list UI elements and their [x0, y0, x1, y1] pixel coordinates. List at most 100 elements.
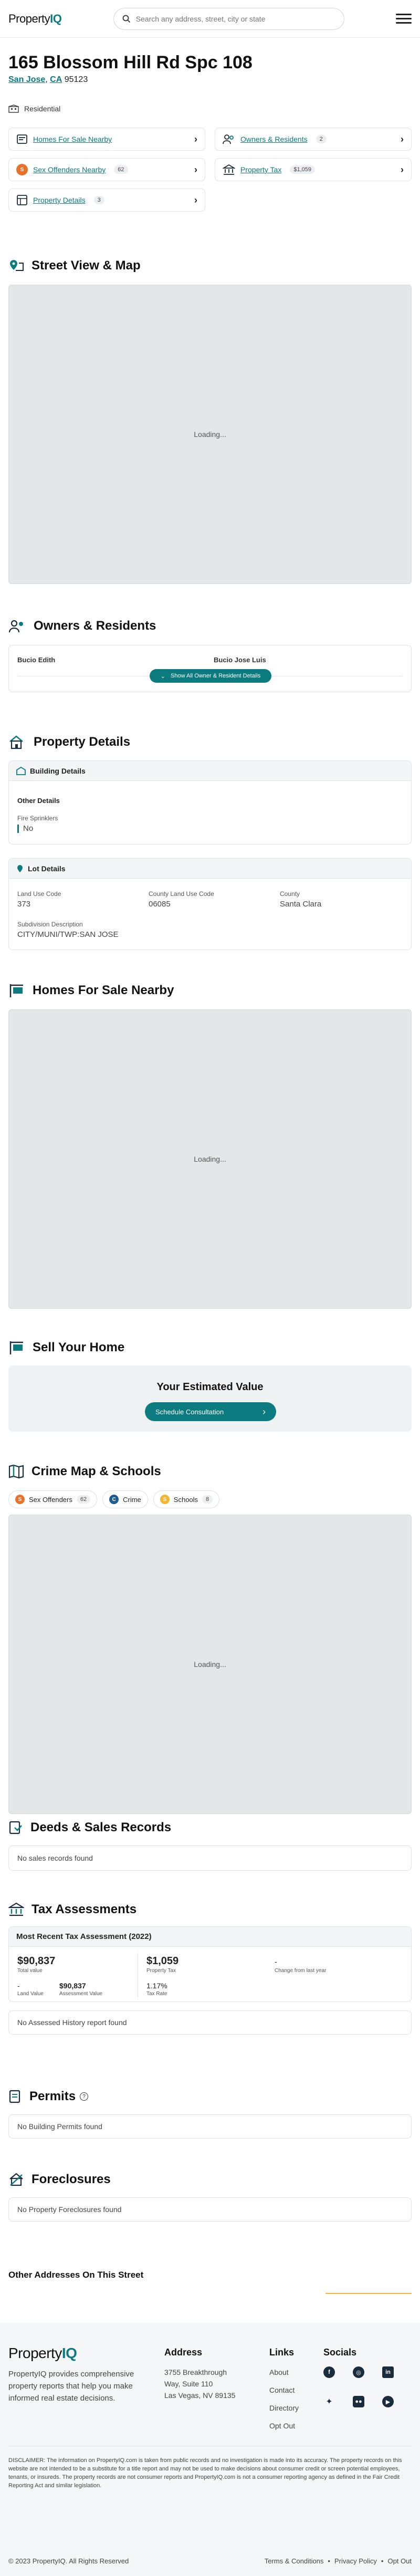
- footer-col-title: Links: [269, 2347, 295, 2358]
- chevron-right-icon: ›: [194, 164, 197, 175]
- footer-link-about[interactable]: About: [269, 2366, 299, 2378]
- search-input[interactable]: [135, 14, 335, 23]
- schedule-consultation-button[interactable]: Schedule Consultation ›: [145, 1402, 276, 1421]
- detail-group-title: Other Details: [17, 797, 60, 805]
- menu-icon[interactable]: [395, 14, 412, 24]
- detail-value: CITY/MUNI/TWP:SAN JOSE: [17, 930, 119, 939]
- lot-details-header: Lot Details: [9, 859, 411, 879]
- quick-link-sex-offenders[interactable]: S Sex Offenders Nearby 62 ›: [8, 158, 205, 181]
- total-value-label: Total value: [17, 1968, 43, 1974]
- tax-assessment-header: Most Recent Tax Assessment (2022): [9, 1927, 411, 1947]
- chevron-right-icon: ›: [262, 1406, 266, 1417]
- land-value-label: Land Value: [17, 1991, 44, 1997]
- section-title: Tax Assessments: [32, 1902, 137, 1916]
- filter-crime[interactable]: C Crime: [102, 1490, 148, 1508]
- detail-value: No: [23, 824, 34, 833]
- footer-bottom-links: Terms & Conditions • Privacy Policy • Opt …: [265, 2557, 412, 2565]
- search-bar[interactable]: [113, 7, 344, 30]
- detail-value-row: No: [17, 824, 33, 833]
- change-value: -: [275, 1957, 277, 1966]
- owners-section: Owners & Residents Bucio Edith Bucio Jos…: [8, 619, 412, 692]
- quick-link-property-tax[interactable]: Property Tax $1,059 ›: [215, 158, 412, 181]
- property-type-label: Residential: [24, 105, 61, 113]
- chevron-right-icon: ›: [194, 194, 197, 205]
- zip-code: 95123: [64, 75, 88, 84]
- quick-link-label: Property Tax: [240, 165, 282, 174]
- privacy-link[interactable]: Privacy Policy: [334, 2557, 377, 2565]
- address-line: Las Vegas, NV 89135: [164, 2391, 236, 2400]
- section-title: Deeds & Sales Records: [30, 1820, 172, 1834]
- address-line: 3755 Breakthrough: [164, 2368, 227, 2376]
- school-icon: S: [160, 1495, 170, 1504]
- footer-link-directory[interactable]: Directory: [269, 2402, 299, 2414]
- chevron-down-icon: ⌄: [160, 673, 166, 680]
- site-logo[interactable]: PropertyIQ: [8, 12, 62, 26]
- building-details-header: Building Details: [9, 761, 411, 781]
- sex-offender-icon: S: [16, 164, 28, 175]
- footer-link-contact[interactable]: Contact: [269, 2384, 299, 2396]
- linkedin-icon[interactable]: in: [382, 2366, 394, 2378]
- map-pin-icon: [10, 260, 24, 271]
- owner-name[interactable]: Bucio Jose Luis: [214, 656, 266, 664]
- opt-out-link[interactable]: Opt Out: [387, 2557, 412, 2565]
- flickr-icon[interactable]: ●●: [353, 2396, 364, 2407]
- twitter-icon[interactable]: ✦: [323, 2396, 335, 2407]
- map-icon: [8, 1464, 24, 1479]
- building-details-card: Building Details Other Details Fire Spri…: [8, 760, 412, 844]
- map-pin-icon: [17, 864, 23, 872]
- pill-label: Schools: [173, 1495, 198, 1504]
- building-icon: [16, 766, 26, 775]
- detail-label: Land Use Code: [17, 890, 61, 898]
- footer-link-opt-out[interactable]: Opt Out: [269, 2420, 299, 2432]
- sale-sign-icon: [9, 1341, 23, 1354]
- crime-icon: C: [109, 1495, 119, 1504]
- tax-rate-value: 1.17%: [146, 1981, 167, 1990]
- quick-link-label: Sex Offenders Nearby: [33, 165, 106, 174]
- detail-label: Subdivision Description: [17, 921, 83, 928]
- section-title: Street View & Map: [32, 258, 141, 273]
- filter-sex-offenders[interactable]: S Sex Offenders 62: [8, 1490, 98, 1508]
- section-title: Property Details: [34, 735, 131, 749]
- site-footer: PropertyIQ PropertyIQ provides comprehen…: [0, 2323, 420, 2576]
- section-title: Crime Map & Schools: [32, 1464, 161, 1478]
- property-details-section: Property Details Building Details Other …: [8, 734, 412, 950]
- sell-home-section: Sell Your Home Your Estimated Value Sche…: [8, 1340, 412, 1432]
- facebook-icon[interactable]: f: [323, 2366, 335, 2378]
- loading-text: Loading...: [194, 1155, 226, 1163]
- footer-col-title: Socials: [323, 2347, 357, 2358]
- quick-link-homes-sale[interactable]: Homes For Sale Nearby ›: [8, 128, 205, 151]
- people-icon: [223, 134, 234, 144]
- site-header: PropertyIQ: [0, 0, 420, 38]
- quick-link-property-details[interactable]: Property Details 3 ›: [8, 189, 205, 212]
- chevron-right-icon: ›: [401, 133, 404, 144]
- footer-address: Address 3755 Breakthrough Way, Suite 110…: [164, 2347, 235, 2401]
- footer-disclaimer: DISCLAIMER: The information on PropertyI…: [8, 2457, 402, 2489]
- quick-link-label: Homes For Sale Nearby: [33, 135, 112, 143]
- count-badge: 62: [76, 1495, 91, 1504]
- footer-socials: Socials f ◎ in ✦ ●● ▶: [323, 2347, 413, 2407]
- filter-schools[interactable]: S Schools 8: [153, 1490, 220, 1508]
- crime-map[interactable]: Loading...: [8, 1515, 412, 1814]
- city-link[interactable]: San Jose: [8, 75, 45, 84]
- detail-value: 06085: [149, 900, 171, 909]
- tax-rate-label: Tax Rate: [146, 1991, 167, 1997]
- button-label: Schedule Consultation: [155, 1407, 224, 1416]
- homes-for-sale-map[interactable]: Loading...: [8, 1009, 412, 1309]
- footer-logo[interactable]: PropertyIQ: [8, 2345, 150, 2362]
- people-icon: [8, 620, 23, 633]
- show-all-owners-button[interactable]: ⌄ Show All Owner & Resident Details: [150, 669, 271, 683]
- terms-link[interactable]: Terms & Conditions: [265, 2557, 324, 2565]
- help-icon[interactable]: ?: [80, 2092, 89, 2101]
- bank-icon: [8, 1902, 24, 1916]
- permits-section: Permits? No Building Permits found: [8, 2089, 412, 2139]
- section-title: Sell Your Home: [33, 1340, 125, 1354]
- tax-assessment-card: Most Recent Tax Assessment (2022) $90,83…: [8, 1926, 412, 2002]
- state-link[interactable]: CA: [50, 75, 62, 84]
- instagram-icon[interactable]: ◎: [353, 2366, 364, 2378]
- owner-name[interactable]: Bucio Edith: [17, 656, 55, 664]
- count-badge: 62: [114, 165, 128, 174]
- youtube-icon[interactable]: ▶: [382, 2396, 394, 2407]
- street-view-map[interactable]: Loading...: [8, 285, 412, 584]
- quick-link-owners[interactable]: Owners & Residents 2 ›: [215, 128, 412, 151]
- chevron-right-icon: ›: [401, 164, 404, 175]
